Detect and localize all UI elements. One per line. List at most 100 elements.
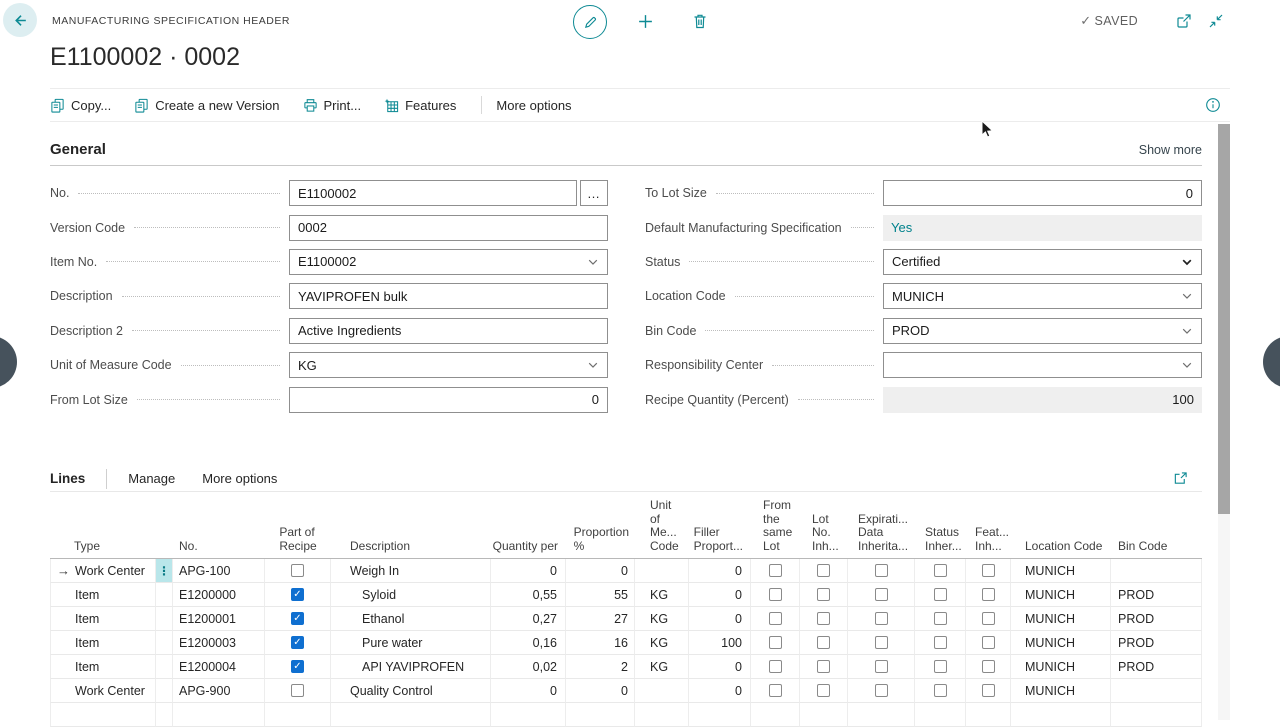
cell-bin[interactable] <box>1111 679 1202 703</box>
cell-c4[interactable] <box>915 583 966 607</box>
cell-c3[interactable] <box>848 559 915 583</box>
checkbox-part[interactable] <box>291 636 304 649</box>
cell-desc[interactable]: API YAVIPROFEN <box>331 655 491 679</box>
chevron-down-icon[interactable] <box>1181 359 1193 371</box>
checkbox-part[interactable] <box>291 612 304 625</box>
cell-filler[interactable]: 0 <box>689 679 751 703</box>
cell-no[interactable]: E1200003 <box>173 631 265 655</box>
cell-dots[interactable] <box>156 679 173 703</box>
cell-c4[interactable] <box>915 655 966 679</box>
cell-uom[interactable]: KG <box>635 583 689 607</box>
cell-filler[interactable]: 0 <box>689 607 751 631</box>
column-header-desc[interactable]: Description <box>331 492 491 558</box>
general-section-title[interactable]: General <box>50 141 106 158</box>
description-2-input[interactable]: Active Ingredients <box>289 318 608 344</box>
column-header-part[interactable]: Part of Recipe <box>265 492 331 558</box>
cell-bin[interactable]: PROD <box>1111 631 1202 655</box>
cell-desc[interactable]: Pure water <box>331 631 491 655</box>
cell-c1[interactable] <box>751 655 800 679</box>
show-more-link[interactable]: Show more <box>1139 143 1202 157</box>
cell-c2[interactable] <box>800 583 848 607</box>
cell-bin[interactable]: PROD <box>1111 607 1202 631</box>
to-lot-size-input[interactable]: 0 <box>883 180 1202 206</box>
cell-no[interactable]: APG-900 <box>173 679 265 703</box>
more-options-button[interactable]: More options <box>496 98 571 113</box>
carousel-next-button[interactable] <box>1263 336 1280 388</box>
cell-type[interactable]: →Work Center <box>50 559 156 583</box>
cell-desc[interactable]: Syloid <box>331 583 491 607</box>
back-button[interactable] <box>3 3 37 37</box>
checkbox-part[interactable] <box>291 588 304 601</box>
cell-c2[interactable] <box>800 655 848 679</box>
cell-uom[interactable]: KG <box>635 607 689 631</box>
no-input[interactable]: E1100002 <box>289 180 577 206</box>
checkbox-c5[interactable] <box>982 588 995 601</box>
cell-filler[interactable]: 100 <box>689 631 751 655</box>
cell-c3[interactable] <box>848 607 915 631</box>
cell-qty[interactable]: 0 <box>491 559 566 583</box>
responsibility-center-input[interactable] <box>883 352 1202 378</box>
create-new-version-button[interactable]: Create a new Version <box>134 98 279 113</box>
cell-part[interactable] <box>265 583 331 607</box>
column-header-uom[interactable]: Unit of Me... Code <box>635 492 689 558</box>
cell-type[interactable]: Work Center <box>50 679 156 703</box>
version-code-input[interactable]: 0002 <box>289 215 608 241</box>
cell-part[interactable] <box>265 607 331 631</box>
column-header-type[interactable]: Type <box>50 492 156 558</box>
cell-loc[interactable]: MUNICH <box>1011 679 1111 703</box>
cell-no[interactable]: E1200001 <box>173 607 265 631</box>
cell-no[interactable]: APG-100 <box>173 559 265 583</box>
cell-prop[interactable]: 27 <box>566 607 635 631</box>
info-button[interactable] <box>1205 97 1221 113</box>
checkbox-c1[interactable] <box>769 612 782 625</box>
cell-type[interactable]: Item <box>50 631 156 655</box>
checkbox-part[interactable] <box>291 660 304 673</box>
location-code-input[interactable]: MUNICH <box>883 283 1202 309</box>
cell-c3[interactable] <box>848 583 915 607</box>
cell-uom[interactable]: KG <box>635 655 689 679</box>
delete-button[interactable] <box>692 13 708 30</box>
column-header-c2[interactable]: Lot No. Inh... <box>800 492 848 558</box>
cell-c5[interactable] <box>966 631 1011 655</box>
cell-c5[interactable] <box>966 559 1011 583</box>
checkbox-c4[interactable] <box>934 636 947 649</box>
row-options-button[interactable]: ⋮ <box>156 559 173 583</box>
cell-type[interactable]: Item <box>50 583 156 607</box>
cell-qty[interactable]: 0,55 <box>491 583 566 607</box>
cell-prop[interactable]: 0 <box>566 679 635 703</box>
cell-no[interactable]: E1200004 <box>173 655 265 679</box>
cell-qty[interactable]: 0 <box>491 679 566 703</box>
cell-c3[interactable] <box>848 631 915 655</box>
cell-prop[interactable]: 16 <box>566 631 635 655</box>
cell-c5[interactable] <box>966 583 1011 607</box>
features-button[interactable]: Features <box>384 98 456 113</box>
collapse-window-button[interactable] <box>1208 13 1224 29</box>
cell-desc[interactable]: Ethanol <box>331 607 491 631</box>
cell-part[interactable] <box>265 559 331 583</box>
cell-c1[interactable] <box>751 631 800 655</box>
column-header-prop[interactable]: Proportion % <box>566 492 635 558</box>
column-header-c1[interactable]: From the same Lot <box>751 492 800 558</box>
cell-loc[interactable]: MUNICH <box>1011 583 1111 607</box>
checkbox-c4[interactable] <box>934 612 947 625</box>
checkbox-c2[interactable] <box>817 660 830 673</box>
chevron-down-icon[interactable] <box>1181 325 1193 337</box>
print-button[interactable]: Print... <box>303 98 362 113</box>
cell-prop[interactable]: 0 <box>566 559 635 583</box>
checkbox-c1[interactable] <box>769 660 782 673</box>
status-input[interactable]: Certified <box>883 249 1202 275</box>
checkbox-c3[interactable] <box>875 564 888 577</box>
cell-filler[interactable]: 0 <box>689 583 751 607</box>
column-header-qty[interactable]: Quantity per <box>491 492 566 558</box>
checkbox-c3[interactable] <box>875 684 888 697</box>
cell-c4[interactable] <box>915 559 966 583</box>
cell-qty[interactable]: 0,02 <box>491 655 566 679</box>
scrollbar-thumb[interactable] <box>1218 124 1230 514</box>
cell-c2[interactable] <box>800 679 848 703</box>
checkbox-c2[interactable] <box>817 684 830 697</box>
checkbox-c4[interactable] <box>934 660 947 673</box>
checkbox-c2[interactable] <box>817 612 830 625</box>
cell-filler[interactable]: 0 <box>689 655 751 679</box>
cell-c5[interactable] <box>966 679 1011 703</box>
from-lot-size-input[interactable]: 0 <box>289 387 608 413</box>
